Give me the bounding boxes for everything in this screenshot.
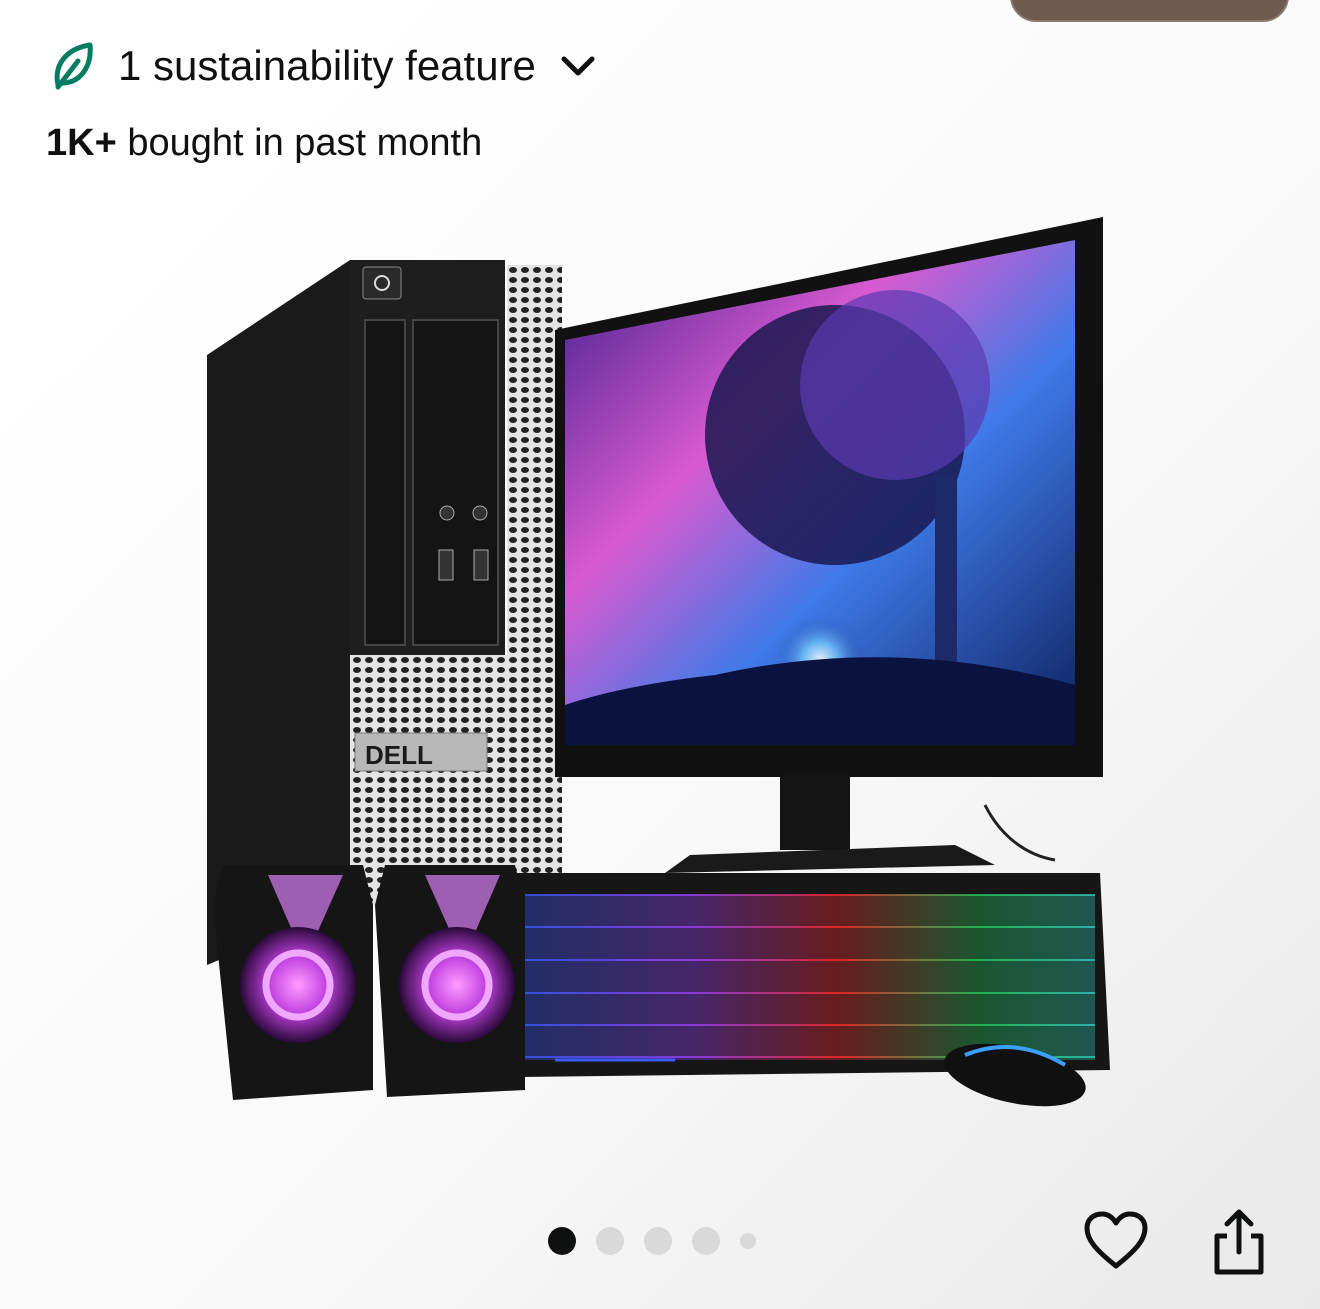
sustainability-label: 1 sustainability feature — [118, 42, 536, 89]
product-image[interactable]: DELL — [195, 205, 1125, 1125]
carousel-dot[interactable] — [740, 1233, 756, 1249]
bought-count: 1K+ — [46, 122, 117, 164]
dell-logo: DELL — [365, 740, 433, 770]
bought-in-past-month: 1K+ bought in past month — [46, 122, 482, 165]
carousel-dot[interactable] — [644, 1227, 672, 1255]
carousel-dot[interactable] — [596, 1227, 624, 1255]
leaf-icon — [54, 42, 93, 90]
top-corner-shape — [1010, 0, 1289, 22]
share-icon[interactable] — [1205, 1206, 1273, 1278]
chevron-down-icon[interactable] — [558, 53, 598, 79]
heart-icon[interactable] — [1082, 1210, 1150, 1272]
carousel-dot[interactable] — [692, 1227, 720, 1255]
carousel-dot[interactable] — [548, 1227, 576, 1255]
carousel-indicator[interactable] — [548, 1226, 756, 1256]
bought-text: bought in past month — [116, 122, 483, 164]
sustainability-feature-row[interactable]: 1 sustainability feature — [50, 38, 598, 94]
